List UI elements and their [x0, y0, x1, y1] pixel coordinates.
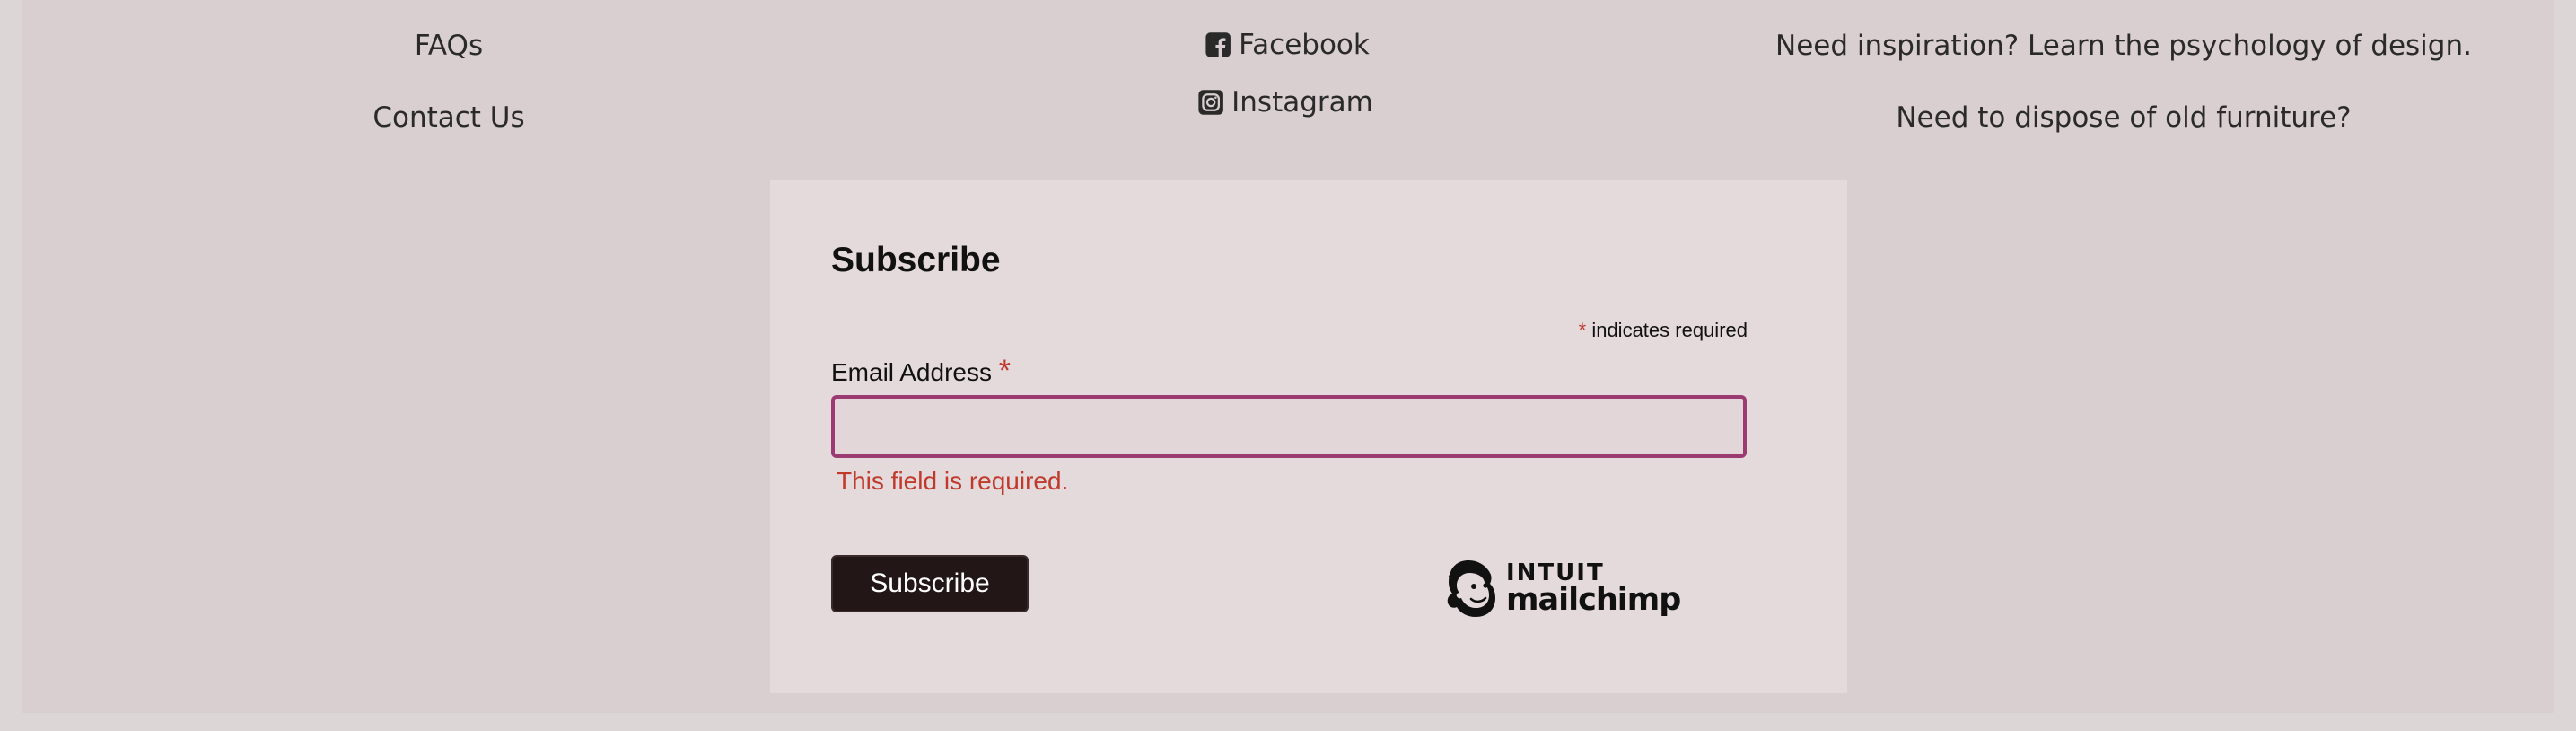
instagram-link[interactable]: Instagram: [1197, 86, 1373, 119]
required-note: * indicates required: [1579, 319, 1748, 342]
email-field[interactable]: [831, 395, 1747, 458]
psychology-of-design-link[interactable]: Need inspiration? Learn the psychology o…: [1775, 30, 2472, 62]
mailchimp-text: mailchimp: [1506, 581, 1681, 618]
faqs-link[interactable]: FAQs: [415, 30, 483, 62]
email-error-message: This field is required.: [837, 467, 1069, 495]
email-label-text: Email Address: [831, 358, 992, 386]
intuit-mailchimp-logo[interactable]: INTUIT mailchimp: [1441, 557, 1681, 620]
required-note-text: indicates required: [1591, 319, 1748, 341]
email-required-asterisk: *: [998, 354, 1011, 388]
intuit-text: INTUIT: [1506, 559, 1605, 586]
instagram-label: Instagram: [1231, 86, 1373, 119]
subscribe-form: Subscribe * indicates required Email Add…: [770, 180, 1847, 693]
instagram-icon: [1198, 90, 1223, 115]
mailchimp-wordmark: INTUIT mailchimp: [1506, 559, 1681, 618]
facebook-icon: [1205, 32, 1231, 57]
dispose-furniture-link[interactable]: Need to dispose of old furniture?: [1896, 101, 2351, 134]
subscribe-button[interactable]: Subscribe: [831, 555, 1029, 612]
site-footer: FAQs Contact Us Facebook Instagram Need …: [22, 0, 2554, 713]
facebook-link[interactable]: Facebook: [1205, 29, 1370, 61]
email-label: Email Address *: [831, 354, 1011, 389]
contact-us-link[interactable]: Contact Us: [372, 101, 524, 134]
subscribe-heading: Subscribe: [831, 241, 1001, 279]
required-asterisk: *: [1578, 319, 1587, 341]
mailchimp-freddie-icon: [1447, 560, 1495, 617]
facebook-label: Facebook: [1239, 29, 1370, 61]
